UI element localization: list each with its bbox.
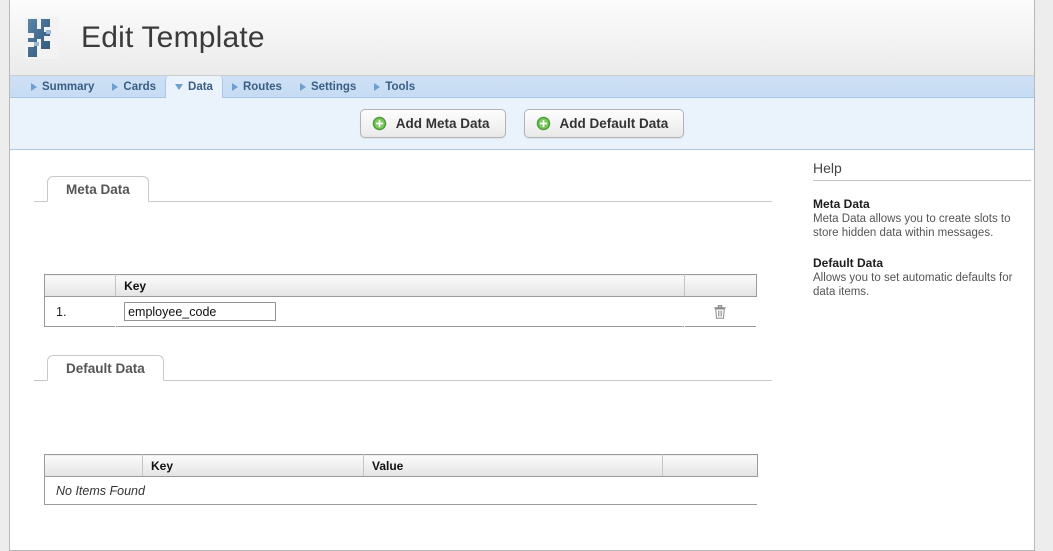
add-default-data-button[interactable]: Add Default Data (524, 109, 685, 138)
tab-cards[interactable]: Cards (103, 76, 165, 97)
column-header-actions (684, 275, 756, 297)
action-toolbar: Add Meta Data Add Default Data (10, 98, 1034, 150)
tab-tools[interactable]: Tools (365, 76, 424, 97)
section-tab-meta-data[interactable]: Meta Data (47, 176, 149, 202)
meta-data-section: Meta Data (34, 176, 772, 202)
help-item-body: Allows you to set automatic defaults for… (813, 271, 1027, 299)
help-item-meta-data: Meta Data Meta Data allows you to create… (813, 197, 1035, 240)
add-meta-data-label: Add Meta Data (396, 116, 490, 131)
column-header-key: Key (143, 455, 364, 477)
section-tab-label: Default Data (66, 361, 145, 376)
triangle-right-icon (232, 83, 238, 91)
content-area: Meta Data Key 1. (10, 150, 1034, 549)
default-data-tabrow: Default Data (34, 355, 772, 381)
tab-label: Routes (243, 81, 282, 93)
meta-data-table: Key 1. (44, 274, 757, 327)
triangle-right-icon (374, 83, 380, 91)
triangle-right-icon (300, 83, 306, 91)
tab-label: Summary (42, 81, 94, 93)
section-tab-default-data[interactable]: Default Data (47, 355, 164, 381)
table-header-row: Key Value (45, 455, 758, 477)
column-header-index (45, 455, 143, 477)
tab-label: Data (188, 81, 213, 93)
help-title: Help (813, 160, 1031, 181)
column-header-index (45, 275, 116, 297)
empty-state-row: No Items Found (45, 477, 758, 505)
tab-settings[interactable]: Settings (291, 76, 365, 97)
triangle-down-icon (175, 84, 183, 90)
add-meta-data-button[interactable]: Add Meta Data (360, 109, 506, 138)
row-actions-cell (684, 297, 756, 327)
page-title: Edit Template (81, 21, 265, 55)
section-tab-label: Meta Data (66, 182, 130, 197)
column-header-value: Value (364, 455, 663, 477)
meta-data-tabrow: Meta Data (34, 176, 772, 202)
add-default-data-label: Add Default Data (560, 116, 669, 131)
table-row: 1. (45, 297, 757, 327)
tab-routes[interactable]: Routes (223, 76, 291, 97)
default-data-section: Default Data (34, 355, 772, 381)
trash-icon[interactable] (714, 305, 726, 319)
plus-circle-icon (372, 116, 387, 131)
default-data-table: Key Value No Items Found (44, 454, 758, 505)
tab-summary[interactable]: Summary (22, 76, 103, 97)
help-item-title: Meta Data (813, 197, 1035, 211)
column-header-actions (663, 455, 758, 477)
tab-data[interactable]: Data (165, 76, 223, 98)
plus-circle-icon (536, 116, 551, 131)
table-header-row: Key (45, 275, 757, 297)
tab-label: Settings (311, 81, 356, 93)
triangle-right-icon (31, 83, 37, 91)
meta-data-key-input[interactable] (124, 302, 276, 321)
help-item-body: Meta Data allows you to create slots to … (813, 212, 1027, 240)
main-tabbar: Summary Cards Data Routes Settings Tools (10, 76, 1034, 98)
help-panel: Help Meta Data Meta Data allows you to c… (813, 160, 1035, 299)
triangle-right-icon (112, 83, 118, 91)
tab-label: Cards (123, 81, 156, 93)
tab-label: Tools (385, 81, 415, 93)
app-window: Edit Template Summary Cards Data Routes … (9, 0, 1035, 551)
help-item-title: Default Data (813, 256, 1035, 270)
row-key-cell (116, 297, 685, 327)
page-header: Edit Template (10, 0, 1034, 76)
column-header-key: Key (116, 275, 685, 297)
row-index: 1. (45, 297, 116, 327)
kana-logo-icon (24, 16, 60, 60)
help-item-default-data: Default Data Allows you to set automatic… (813, 256, 1035, 299)
empty-state-message: No Items Found (45, 477, 758, 505)
